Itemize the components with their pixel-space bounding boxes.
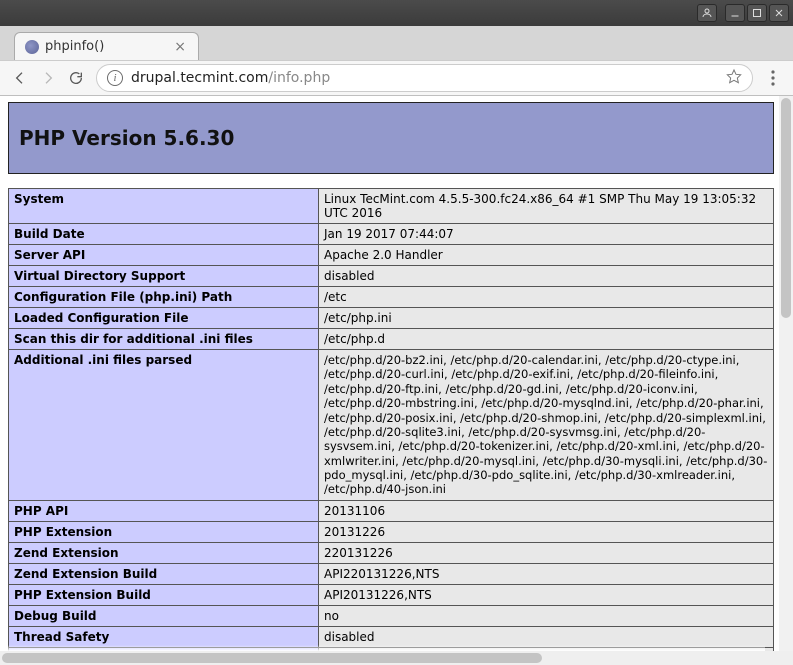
table-row: Scan this dir for additional .ini files/… bbox=[9, 329, 774, 350]
phpinfo-row-value: 220131226 bbox=[319, 542, 774, 563]
browser-toolbar: i drupal.tecmint.com/info.php bbox=[0, 60, 793, 96]
nav-back-button[interactable] bbox=[6, 64, 34, 92]
site-info-icon[interactable]: i bbox=[107, 70, 123, 86]
phpinfo-row-key: Zend Extension Build bbox=[9, 563, 319, 584]
phpinfo-row-value: /etc/php.ini bbox=[319, 308, 774, 329]
phpinfo-row-key: Build Date bbox=[9, 224, 319, 245]
phpinfo-row-value: 20131106 bbox=[319, 500, 774, 521]
table-row: PHP Extension20131226 bbox=[9, 521, 774, 542]
table-row: Additional .ini files parsed/etc/php.d/2… bbox=[9, 350, 774, 501]
nav-forward-button[interactable] bbox=[34, 64, 62, 92]
table-row: SystemLinux TecMint.com 4.5.5-300.fc24.x… bbox=[9, 189, 774, 224]
table-row: Zend Extension220131226 bbox=[9, 542, 774, 563]
tab-title: phpinfo() bbox=[45, 39, 172, 54]
phpinfo-row-value: 20131226 bbox=[319, 521, 774, 542]
phpinfo-row-value: disabled bbox=[319, 266, 774, 287]
phpinfo-row-key: PHP API bbox=[9, 500, 319, 521]
phpinfo-row-key: Scan this dir for additional .ini files bbox=[9, 329, 319, 350]
phpinfo-row-key: Debug Build bbox=[9, 605, 319, 626]
table-row: PHP Extension BuildAPI20131226,NTS bbox=[9, 584, 774, 605]
window-minimize-button[interactable] bbox=[725, 4, 745, 22]
table-row: Virtual Directory Supportdisabled bbox=[9, 266, 774, 287]
address-host: drupal.tecmint.com bbox=[131, 70, 268, 86]
address-bar[interactable]: i drupal.tecmint.com/info.php bbox=[96, 64, 753, 92]
phpinfo-row-key: Virtual Directory Support bbox=[9, 266, 319, 287]
phpinfo-table: SystemLinux TecMint.com 4.5.5-300.fc24.x… bbox=[8, 188, 774, 651]
vertical-scrollbar-thumb[interactable] bbox=[781, 98, 791, 318]
phpinfo-row-key: Additional .ini files parsed bbox=[9, 350, 319, 501]
horizontal-scrollbar-thumb[interactable] bbox=[2, 653, 542, 663]
table-row: Build DateJan 19 2017 07:44:07 bbox=[9, 224, 774, 245]
table-row: Loaded Configuration File/etc/php.ini bbox=[9, 308, 774, 329]
window-titlebar bbox=[0, 0, 793, 26]
phpinfo-row-value: no bbox=[319, 605, 774, 626]
phpinfo-row-key: PHP Extension bbox=[9, 521, 319, 542]
address-path: /info.php bbox=[268, 70, 330, 86]
phpinfo-row-value: Apache 2.0 Handler bbox=[319, 245, 774, 266]
browser-menu-button[interactable] bbox=[759, 64, 787, 92]
bookmark-star-icon[interactable] bbox=[726, 68, 742, 88]
table-row: Zend Extension BuildAPI220131226,NTS bbox=[9, 563, 774, 584]
phpinfo-row-key: Loaded Configuration File bbox=[9, 308, 319, 329]
table-row: Server APIApache 2.0 Handler bbox=[9, 245, 774, 266]
phpinfo-row-key: Zend Extension bbox=[9, 542, 319, 563]
php-favicon-icon bbox=[25, 40, 39, 54]
phpinfo-row-value: /etc/php.d bbox=[319, 329, 774, 350]
page-viewport: PHP Version 5.6.30 SystemLinux TecMint.c… bbox=[0, 96, 793, 651]
tab-close-icon[interactable]: × bbox=[172, 39, 188, 55]
tab-strip: phpinfo() × bbox=[0, 26, 793, 60]
window-maximize-button[interactable] bbox=[747, 4, 767, 22]
phpinfo-row-key: Configuration File (php.ini) Path bbox=[9, 287, 319, 308]
phpinfo-row-key: Server API bbox=[9, 245, 319, 266]
table-row: PHP API20131106 bbox=[9, 500, 774, 521]
phpinfo-header: PHP Version 5.6.30 bbox=[8, 102, 774, 174]
phpinfo-row-key: System bbox=[9, 189, 319, 224]
table-row: Configuration File (php.ini) Path/etc bbox=[9, 287, 774, 308]
browser-tab[interactable]: phpinfo() × bbox=[14, 32, 199, 60]
vertical-scrollbar[interactable] bbox=[779, 96, 793, 651]
php-version-heading: PHP Version 5.6.30 bbox=[19, 126, 234, 150]
phpinfo-row-value: Jan 19 2017 07:44:07 bbox=[319, 224, 774, 245]
horizontal-scrollbar[interactable] bbox=[0, 651, 793, 665]
phpinfo-row-value: Linux TecMint.com 4.5.5-300.fc24.x86_64 … bbox=[319, 189, 774, 224]
user-menu-button[interactable] bbox=[697, 4, 717, 22]
nav-reload-button[interactable] bbox=[62, 64, 90, 92]
phpinfo-page: PHP Version 5.6.30 SystemLinux TecMint.c… bbox=[0, 96, 779, 651]
phpinfo-row-value: API20131226,NTS bbox=[319, 584, 774, 605]
table-row: Debug Buildno bbox=[9, 605, 774, 626]
phpinfo-row-key: PHP Extension Build bbox=[9, 584, 319, 605]
phpinfo-row-value: API220131226,NTS bbox=[319, 563, 774, 584]
phpinfo-row-value: /etc bbox=[319, 287, 774, 308]
phpinfo-row-value: /etc/php.d/20-bz2.ini, /etc/php.d/20-cal… bbox=[319, 350, 774, 501]
window-close-button[interactable] bbox=[769, 4, 789, 22]
